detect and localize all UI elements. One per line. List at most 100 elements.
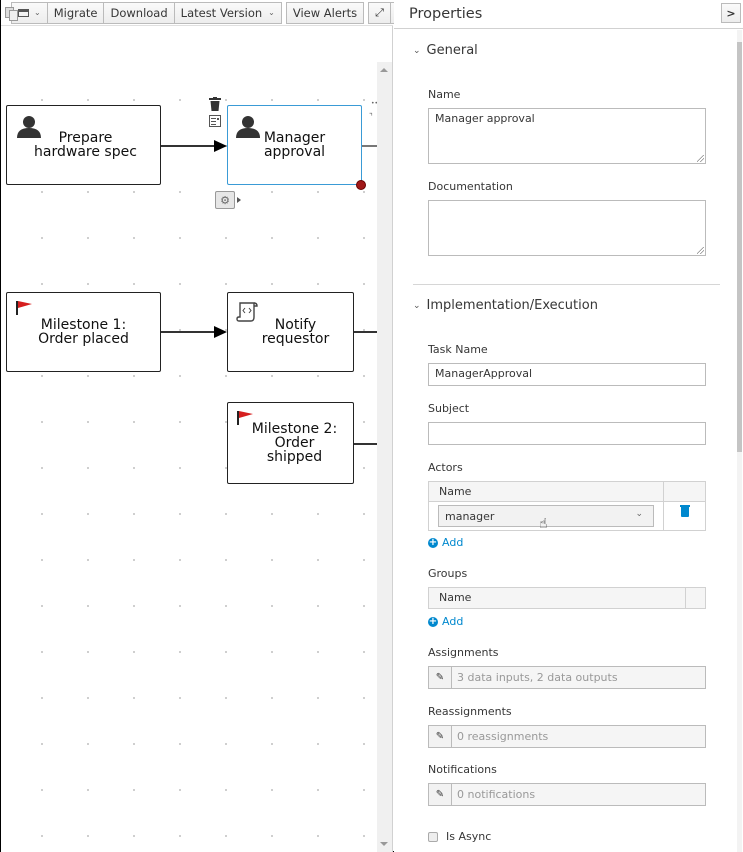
name-value: Manager approval bbox=[435, 112, 535, 125]
designer-panel: ⌄ Migrate Download Latest Version ⌄ View… bbox=[1, 0, 414, 852]
add-label: Add bbox=[442, 536, 464, 549]
node-label: Manager bbox=[263, 130, 326, 146]
column-header-name: Name bbox=[429, 588, 686, 608]
sequence-flow[interactable] bbox=[354, 443, 377, 445]
is-async-label: Is Async bbox=[446, 830, 492, 843]
subject-label: Subject bbox=[428, 402, 470, 415]
latest-version-dropdown[interactable]: Latest Version ⌄ bbox=[173, 1, 282, 24]
node-label: Order bbox=[274, 435, 315, 451]
subject-input[interactable] bbox=[428, 422, 706, 445]
groups-table: Name bbox=[428, 587, 706, 609]
flag-icon bbox=[237, 411, 253, 425]
resize-handle[interactable] bbox=[356, 180, 366, 190]
chevron-down-icon: ⌄ bbox=[268, 8, 275, 17]
add-actor-link[interactable]: + Add bbox=[428, 536, 463, 549]
sequence-flow[interactable] bbox=[362, 145, 377, 147]
node-label: hardware spec bbox=[34, 144, 137, 160]
properties-scrollbar[interactable] bbox=[737, 30, 742, 852]
reassignments-label: Reassignments bbox=[428, 705, 512, 718]
section-implementation-toggle[interactable]: ⌄ Implementation/Execution bbox=[413, 298, 598, 313]
canvas-header-area bbox=[1, 26, 377, 62]
trash-icon[interactable] bbox=[209, 97, 221, 111]
milestone-order-placed[interactable]: Milestone 1: Order placed bbox=[6, 292, 161, 372]
node-label: shipped bbox=[266, 449, 323, 465]
section-general-toggle[interactable]: ⌄ General bbox=[413, 43, 478, 58]
assignments-label: Assignments bbox=[428, 646, 499, 659]
morph-icon[interactable]: ⌝ bbox=[369, 112, 373, 121]
task-settings-button[interactable]: ⚙ bbox=[215, 191, 235, 209]
form-icon[interactable] bbox=[209, 115, 221, 127]
is-async-checkbox[interactable]: Is Async bbox=[428, 830, 491, 843]
assignments-field: ✎ 3 data inputs, 2 data outputs bbox=[428, 666, 706, 689]
gears-icon: ⚙ bbox=[220, 193, 230, 207]
actor-select-value: manager bbox=[445, 510, 495, 523]
task-name-value: ManagerApproval bbox=[435, 367, 533, 380]
node-label: Milestone 2: bbox=[251, 421, 338, 437]
expand-icon: ⤢ bbox=[375, 5, 384, 19]
sequence-flow[interactable] bbox=[161, 331, 215, 333]
checkbox-box[interactable] bbox=[428, 831, 438, 842]
migrate-button[interactable]: Migrate bbox=[46, 1, 105, 24]
section-divider bbox=[413, 284, 720, 285]
task-name-label: Task Name bbox=[428, 343, 488, 356]
actors-table: Name manager ⌄ bbox=[428, 481, 706, 531]
properties-panel: Properties > ⌄ General Name Manager appr… bbox=[394, 0, 743, 852]
documentation-textarea[interactable] bbox=[428, 200, 706, 256]
edit-reassignments-button[interactable]: ✎ bbox=[428, 725, 452, 748]
edit-icon: ✎ bbox=[435, 731, 445, 742]
latest-version-label: Latest Version bbox=[180, 5, 263, 20]
expand-button[interactable]: ⤢ bbox=[368, 1, 391, 24]
column-header-actions bbox=[686, 588, 705, 608]
task-name-input[interactable]: ManagerApproval bbox=[428, 363, 706, 386]
edit-icon: ✎ bbox=[435, 789, 445, 800]
actors-label: Actors bbox=[428, 461, 463, 474]
notifications-field: ✎ 0 notifications bbox=[428, 783, 706, 806]
edit-notifications-button[interactable]: ✎ bbox=[428, 783, 452, 806]
notifications-label: Notifications bbox=[428, 763, 497, 776]
sequence-flow[interactable] bbox=[161, 145, 215, 147]
node-label: requestor bbox=[261, 331, 330, 347]
properties-header: Properties bbox=[394, 0, 743, 29]
collapse-panel-button[interactable]: > bbox=[721, 3, 741, 23]
name-label: Name bbox=[428, 88, 461, 101]
edit-assignments-button[interactable]: ✎ bbox=[428, 666, 452, 689]
plus-circle-icon: + bbox=[428, 536, 438, 548]
edit-icon: ✎ bbox=[435, 672, 445, 683]
task-notify-requestor[interactable]: Notify requestor bbox=[227, 292, 354, 372]
scroll-up-icon[interactable] bbox=[380, 68, 388, 72]
column-header-name: Name bbox=[429, 482, 664, 501]
node-label: Milestone 1: bbox=[40, 317, 127, 333]
resize-grip-icon[interactable] bbox=[697, 155, 704, 162]
name-textarea[interactable]: Manager approval bbox=[428, 108, 706, 164]
assignments-input[interactable]: 3 data inputs, 2 data outputs bbox=[452, 666, 706, 689]
sequence-flow[interactable] bbox=[354, 331, 377, 333]
flag-icon bbox=[16, 301, 32, 315]
groups-table-header: Name bbox=[429, 588, 705, 608]
task-prepare-hardware-spec[interactable]: Prepare hardware spec bbox=[6, 105, 161, 185]
designer-toolbar: ⌄ Migrate Download Latest Version ⌄ View… bbox=[1, 0, 414, 26]
properties-title: Properties bbox=[409, 6, 483, 22]
cursor-hand-icon: ☝ bbox=[539, 516, 548, 532]
canvas-vertical-scrollbar[interactable] bbox=[377, 62, 392, 852]
node-label: Prepare bbox=[58, 130, 113, 146]
delete-actor-icon[interactable] bbox=[679, 505, 690, 517]
scrollbar-thumb[interactable] bbox=[737, 42, 742, 452]
actors-table-header: Name bbox=[429, 482, 705, 502]
chevron-down-icon: ⌄ bbox=[413, 45, 421, 56]
view-alerts-button[interactable]: View Alerts bbox=[285, 1, 365, 24]
resize-grip-icon[interactable] bbox=[697, 247, 704, 254]
documentation-label: Documentation bbox=[428, 180, 513, 193]
column-header-actions bbox=[664, 482, 705, 501]
chevron-right-icon: > bbox=[726, 6, 736, 20]
chevron-down-icon: ⌄ bbox=[413, 300, 421, 311]
task-manager-approval[interactable]: Manager approval bbox=[227, 105, 362, 185]
notifications-input[interactable]: 0 notifications bbox=[452, 783, 706, 806]
add-group-link[interactable]: + Add bbox=[428, 615, 463, 628]
reassignments-input[interactable]: 0 reassignments bbox=[452, 725, 706, 748]
section-title: General bbox=[426, 43, 478, 58]
list-view-icon bbox=[18, 8, 29, 17]
milestone-order-shipped[interactable]: Milestone 2: Order shipped bbox=[227, 402, 354, 484]
chevron-down-icon: ⌄ bbox=[34, 8, 41, 17]
download-button[interactable]: Download bbox=[103, 1, 175, 24]
scroll-down-icon[interactable] bbox=[380, 842, 388, 846]
